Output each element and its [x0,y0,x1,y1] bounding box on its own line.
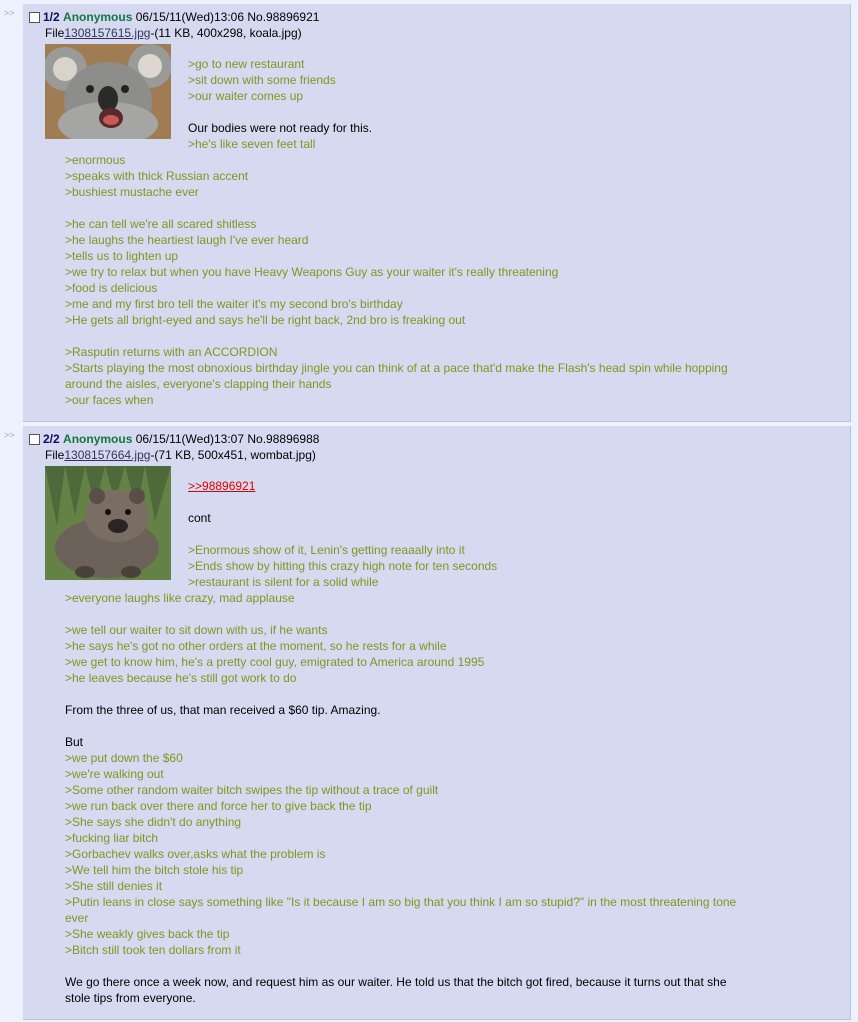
post-text-line: cont [188,511,211,525]
post-text-line: >Ends show by hitting this crazy high no… [188,559,498,573]
post-arrows: >> [4,430,15,440]
post-arrows: >> [4,8,15,18]
post-text-line: >Starts playing the most obnoxious birth… [65,361,728,375]
file-details: -(11 KB, 400x298, koala.jpg) [150,26,302,40]
post-text-line: >food is delicious [65,281,158,295]
poster-name: Anonymous [63,10,133,24]
file-link[interactable]: 1308157615.jpg [64,26,150,40]
post-text-line: >we put down the $60 [65,751,183,765]
post-counter: 1/2 [43,10,60,24]
post-text-line: Our bodies were not ready for this. [188,121,373,135]
post-text-line: stole tips from everyone. [65,991,196,1005]
post-text-line: >Bitch still took ten dollars from it [65,943,241,957]
post-reply-link[interactable]: >>98896921 [188,478,255,494]
post-text-line: >Putin leans in close says something lik… [65,895,737,909]
post-text-line: >he can tell we're all scared shitless [65,217,257,231]
post-text-line: >She weakly gives back the tip [65,927,230,941]
poster-name: Anonymous [63,432,133,446]
file-link[interactable]: 1308157664.jpg [64,448,150,462]
post-text-line: >our faces when [65,393,154,407]
post-text-line: >he says he's got no other orders at the… [65,639,447,653]
post-text-line: But [65,735,84,749]
post-text-line: >everyone laughs like crazy, mad applaus… [65,591,295,605]
post-text-line: >me and my first bro tell the waiter it'… [65,297,403,311]
post-text-line: >he's like seven feet tall [188,137,316,151]
post-text-line: around the aisles, everyone's clapping t… [65,377,332,391]
post-text-line: >restaurant is silent for a solid while [188,575,379,589]
file-info-line: File1308157615.jpg-(11 KB, 400x298, koal… [45,26,302,40]
post-text-line: >Enormous show of it, Lenin's getting re… [188,543,465,557]
post-text-line: >bushiest mustache ever [65,185,199,199]
post-text-line: >Gorbachev walks over,asks what the prob… [65,847,326,861]
file-prefix: File [45,448,65,462]
post-text-line: >We tell him the bitch stole his tip [65,863,244,877]
post-text-line: >our waiter comes up [188,89,304,103]
post-counter: 2/2 [43,432,60,446]
post-text-line: >go to new restaurant [188,57,305,71]
post-text-line: >She still denies it [65,879,163,893]
post-text-line: >we run back over there and force her to… [65,799,372,813]
post-text-line: >He gets all bright-eyed and says he'll … [65,313,466,327]
post-header: 2/2 Anonymous 06/15/11(Wed)13:07 No.9889… [29,432,319,446]
post-number[interactable]: No.98896921 [247,10,319,24]
post-text-line: ever [65,911,89,925]
post-text-line: >he leaves because he's still got work t… [65,671,297,685]
post-text-line: >enormous [65,153,126,167]
post-text-line: >tells us to lighten up [65,249,179,263]
file-info-line: File1308157664.jpg-(71 KB, 500x451, womb… [45,448,316,462]
post-1: 1/2 Anonymous 06/15/11(Wed)13:06 No.9889… [23,4,851,422]
post-text-line: From the three of us, that man received … [65,703,381,717]
post-text-line: >Rasputin returns with an ACCORDION [65,345,278,359]
post-text-line: >sit down with some friends [188,73,336,87]
post-text-line: >we get to know him, he's a pretty cool … [65,655,485,669]
post-2: 2/2 Anonymous 06/15/11(Wed)13:07 No.9889… [23,426,851,1020]
post-text-line: >we're walking out [65,767,164,781]
post-text-line: >we tell our waiter to sit down with us,… [65,623,328,637]
file-prefix: File [45,26,65,40]
post-datetime: 06/15/11(Wed)13:07 [135,432,245,446]
post-text-line: >speaks with thick Russian accent [65,169,249,183]
post-text-line: >She says she didn't do anything [65,815,242,829]
post-header: 1/2 Anonymous 06/15/11(Wed)13:06 No.9889… [29,10,319,24]
post-select-checkbox[interactable] [29,434,40,445]
wombat-thumbnail[interactable] [45,466,171,580]
post-text-line: >Some other random waiter bitch swipes t… [65,783,439,797]
post-text-line: >fucking liar bitch [65,831,159,845]
post-datetime: 06/15/11(Wed)13:06 [135,10,245,24]
post-number[interactable]: No.98896988 [247,432,319,446]
koala-thumbnail[interactable] [45,44,171,139]
post-text-line: We go there once a week now, and request… [65,975,727,989]
file-details: -(71 KB, 500x451, wombat.jpg) [150,448,316,462]
post-text-line: >we try to relax but when you have Heavy… [65,265,559,279]
post-select-checkbox[interactable] [29,12,40,23]
post-text-line: >he laughs the heartiest laugh I've ever… [65,233,309,247]
